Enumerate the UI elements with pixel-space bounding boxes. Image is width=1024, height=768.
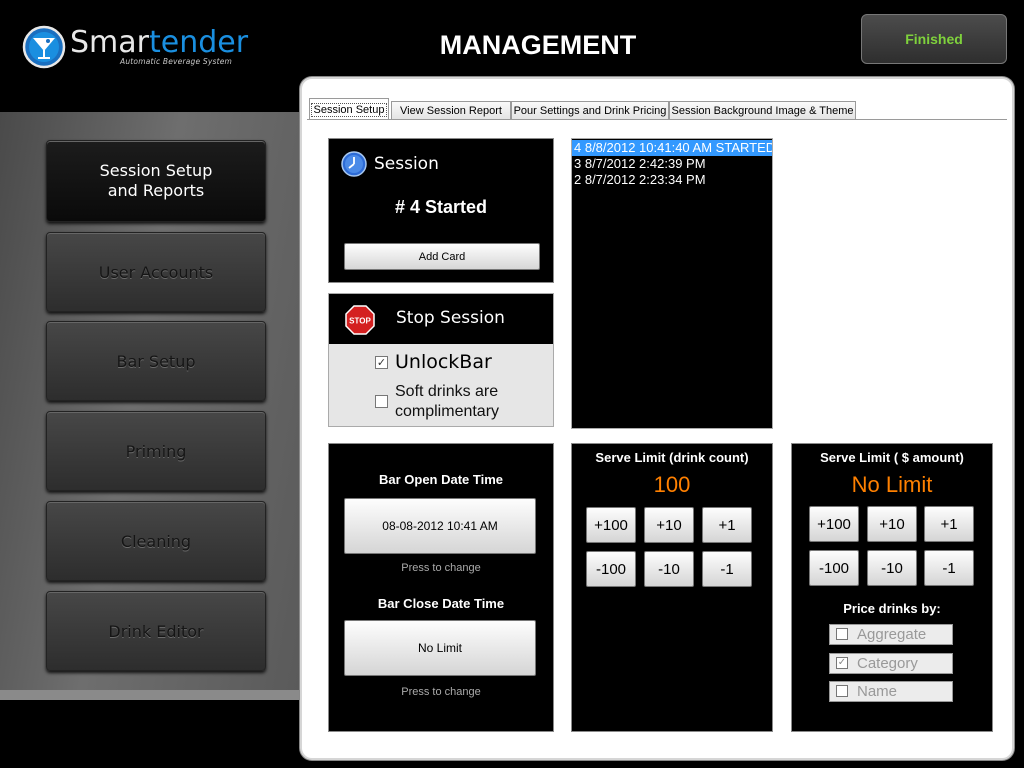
price-option-aggregate[interactable]: Aggregate bbox=[829, 624, 953, 645]
tab-session-setup[interactable]: Session Setup bbox=[309, 98, 389, 120]
bar-times-panel: Bar Open Date Time 08-08-2012 10:41 AM P… bbox=[328, 443, 554, 732]
bar-open-label: Bar Open Date Time bbox=[378, 472, 504, 487]
unlock-bar-checkbox[interactable]: ✓ bbox=[375, 356, 388, 369]
count-minus-1-button[interactable]: -1 bbox=[702, 551, 752, 587]
stop-sign-icon: STOP bbox=[345, 305, 375, 335]
serve-limit-amount-title: Serve Limit ( $ amount) bbox=[820, 450, 964, 465]
stop-session-button[interactable]: STOP Stop Session bbox=[329, 294, 553, 344]
name-label: Name bbox=[857, 683, 898, 700]
tab-divider bbox=[307, 119, 1007, 120]
clock-icon bbox=[341, 151, 367, 177]
session-panel: Session # 4 Started Add Card bbox=[328, 138, 554, 283]
page-title: MANAGEMENT bbox=[439, 30, 637, 60]
serve-limit-count-panel: Serve Limit (drink count) 100 +100 +10 +… bbox=[571, 443, 773, 732]
bar-close-label: Bar Close Date Time bbox=[377, 596, 505, 611]
nav-session-setup-and-reports[interactable]: Session Setup and Reports bbox=[46, 140, 266, 222]
count-plus-100-button[interactable]: +100 bbox=[586, 507, 636, 543]
amount-minus-10-button[interactable]: -10 bbox=[867, 550, 917, 586]
category-label: Category bbox=[857, 655, 918, 672]
count-minus-10-button[interactable]: -10 bbox=[644, 551, 694, 587]
session-list-item[interactable]: 2 8/7/2012 2:23:34 PM bbox=[572, 172, 772, 188]
tab-background-theme[interactable]: Session Background Image & Theme bbox=[669, 101, 856, 119]
aggregate-checkbox[interactable] bbox=[836, 628, 848, 640]
finished-button[interactable]: Finished bbox=[861, 14, 1007, 64]
management-window: Session Setup View Session Report Pour S… bbox=[300, 77, 1014, 760]
nav-bar-setup[interactable]: Bar Setup bbox=[46, 321, 266, 401]
session-list-item[interactable]: 4 8/8/2012 10:41:40 AM STARTED bbox=[572, 140, 772, 156]
count-minus-100-button[interactable]: -100 bbox=[586, 551, 636, 587]
price-option-category[interactable]: ✓ Category bbox=[829, 653, 953, 674]
amount-minus-1-button[interactable]: -1 bbox=[924, 550, 974, 586]
nav-drink-editor[interactable]: Drink Editor bbox=[46, 591, 266, 671]
nav-user-accounts[interactable]: User Accounts bbox=[46, 232, 266, 312]
count-plus-10-button[interactable]: +10 bbox=[644, 507, 694, 543]
add-card-button[interactable]: Add Card bbox=[344, 243, 540, 270]
amount-plus-1-button[interactable]: +1 bbox=[924, 506, 974, 542]
aggregate-label: Aggregate bbox=[857, 626, 927, 643]
svg-text:STOP: STOP bbox=[349, 317, 371, 326]
tab-view-session-report[interactable]: View Session Report bbox=[391, 101, 511, 119]
soft-drinks-checkbox[interactable] bbox=[375, 395, 388, 408]
serve-limit-count-title: Serve Limit (drink count) bbox=[595, 450, 749, 465]
stop-session-label: Stop Session bbox=[396, 308, 505, 328]
cocktail-logo-icon bbox=[22, 25, 66, 69]
bar-open-datetime-button[interactable]: 08-08-2012 10:41 AM bbox=[344, 498, 536, 554]
bar-open-hint: Press to change bbox=[401, 562, 481, 574]
nav-priming[interactable]: Priming bbox=[46, 411, 266, 491]
session-list-item[interactable]: 3 8/7/2012 2:42:39 PM bbox=[572, 156, 772, 172]
session-title: Session bbox=[374, 154, 439, 174]
nav-cleaning[interactable]: Cleaning bbox=[46, 501, 266, 581]
soft-drinks-label: Soft drinks are complimentary bbox=[395, 383, 500, 420]
serve-limit-amount-panel: Serve Limit ( $ amount) No Limit +100 +1… bbox=[791, 443, 993, 732]
bar-close-datetime-button[interactable]: No Limit bbox=[344, 620, 536, 676]
tab-pour-settings[interactable]: Pour Settings and Drink Pricing bbox=[511, 101, 669, 119]
bar-close-hint: Press to change bbox=[401, 686, 481, 698]
unlock-bar-label: UnlockBar bbox=[395, 351, 492, 373]
price-drinks-by-label: Price drinks by: bbox=[843, 601, 941, 616]
category-checkbox[interactable]: ✓ bbox=[836, 657, 848, 669]
amount-plus-10-button[interactable]: +10 bbox=[867, 506, 917, 542]
amount-plus-100-button[interactable]: +100 bbox=[809, 506, 859, 542]
serve-limit-amount-value: No Limit bbox=[851, 472, 933, 497]
session-list[interactable]: 4 8/8/2012 10:41:40 AM STARTED 3 8/7/201… bbox=[571, 138, 773, 429]
logo-tagline: Automatic Beverage System bbox=[120, 57, 233, 66]
count-plus-1-button[interactable]: +1 bbox=[702, 507, 752, 543]
smartender-logo: Smartender Automatic Beverage System bbox=[22, 25, 272, 70]
stop-session-panel: STOP Stop Session ✓ UnlockBar Soft drink… bbox=[328, 293, 554, 427]
logo-name: Smartender bbox=[70, 25, 249, 60]
tab-label: Session Setup bbox=[310, 102, 388, 117]
amount-minus-100-button[interactable]: -100 bbox=[809, 550, 859, 586]
price-option-name[interactable]: Name bbox=[829, 681, 953, 702]
session-status: # 4 Started bbox=[394, 197, 488, 217]
name-checkbox[interactable] bbox=[836, 685, 848, 697]
serve-limit-count-value: 100 bbox=[653, 472, 691, 497]
